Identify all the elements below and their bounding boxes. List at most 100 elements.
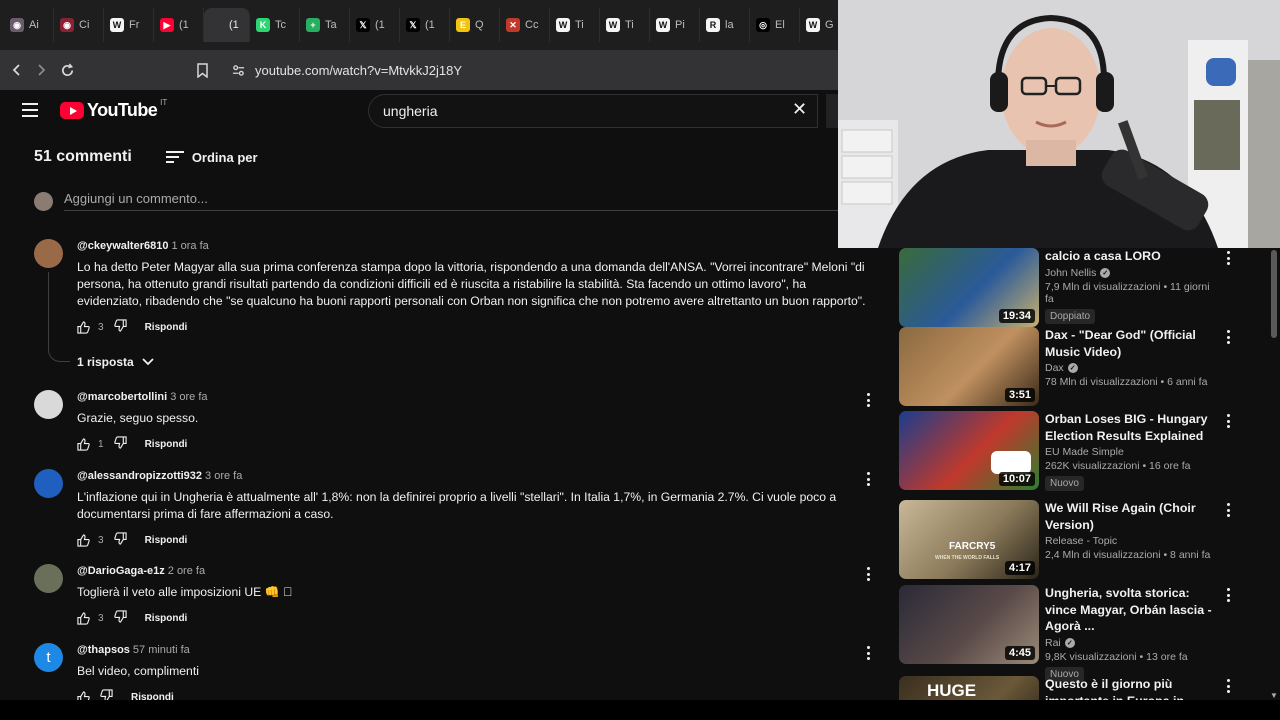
- channel-name[interactable]: John Nellis: [1045, 267, 1096, 279]
- search-input[interactable]: ungheria: [368, 94, 818, 128]
- like-icon[interactable]: [77, 611, 90, 625]
- scroll-down-icon[interactable]: ▼: [1270, 691, 1278, 700]
- video-menu-icon[interactable]: [1225, 678, 1231, 694]
- browser-tab[interactable]: 𝕏 (1: [350, 8, 400, 42]
- reply-thread-line: [48, 272, 70, 362]
- like-count: 1: [98, 438, 104, 450]
- back-button[interactable]: [5, 58, 29, 82]
- like-icon[interactable]: [77, 320, 90, 334]
- site-settings-icon[interactable]: [232, 64, 245, 77]
- avatar[interactable]: [34, 239, 63, 268]
- reply-button[interactable]: Rispondi: [145, 535, 188, 546]
- comment-time[interactable]: 57 minuti fa: [133, 644, 190, 656]
- video-thumbnail[interactable]: 19:34: [899, 248, 1039, 327]
- address-bar[interactable]: youtube.com/watch?v=MtvkkJ2j18Y: [228, 56, 888, 84]
- browser-tab[interactable]: ✕ Cc: [500, 8, 550, 42]
- comment-author[interactable]: @ckeywalter6810: [77, 240, 168, 252]
- video-title[interactable]: calcio a casa LORO: [1045, 248, 1215, 265]
- sort-button[interactable]: Ordina per: [165, 150, 258, 165]
- browser-tab[interactable]: (1✕: [204, 8, 250, 42]
- tab-title: (1: [179, 19, 189, 31]
- show-replies-button[interactable]: 1 risposta: [77, 355, 154, 369]
- browser-tab[interactable]: 𝕏 (1: [400, 8, 450, 42]
- browser-tab[interactable]: W Ti: [550, 8, 600, 42]
- dislike-icon[interactable]: [113, 319, 127, 332]
- comment-menu-icon[interactable]: [862, 471, 874, 487]
- video-menu-icon[interactable]: [1225, 250, 1231, 266]
- like-button[interactable]: 3: [77, 611, 104, 625]
- browser-tab[interactable]: W Fr: [104, 8, 154, 42]
- reply-button[interactable]: Rispondi: [145, 439, 188, 450]
- tab-title: El: [775, 19, 785, 31]
- video-thumbnail[interactable]: FARCRY5 WHEN THE WORLD FALLS 4:17: [899, 500, 1039, 579]
- forward-button[interactable]: [29, 58, 53, 82]
- dislike-icon[interactable]: [113, 532, 127, 545]
- video-thumbnail[interactable]: 4:45: [899, 585, 1039, 664]
- add-comment-input[interactable]: Aggiungi un commento...: [64, 191, 838, 211]
- video-menu-icon[interactable]: [1225, 587, 1231, 603]
- browser-tab[interactable]: ◉ Ci: [54, 8, 104, 42]
- like-icon[interactable]: [77, 533, 90, 547]
- avatar[interactable]: t: [34, 643, 63, 672]
- video-title[interactable]: Orban Loses BIG - Hungary Election Resul…: [1045, 411, 1215, 444]
- like-icon[interactable]: [77, 437, 90, 451]
- comment-menu-icon[interactable]: [862, 566, 874, 582]
- channel-name[interactable]: Release - Topic: [1045, 535, 1117, 547]
- browser-tab[interactable]: EQ: [450, 8, 500, 42]
- tab-title: Ta: [325, 19, 337, 31]
- clear-search-icon[interactable]: ✕: [792, 100, 807, 118]
- video-thumbnail[interactable]: WE CHOOSE EUROPE! 10:07: [899, 411, 1039, 490]
- like-button[interactable]: 3: [77, 320, 104, 334]
- avatar[interactable]: [34, 469, 63, 498]
- comment-text: Bel video, complimenti: [77, 664, 199, 678]
- avatar[interactable]: [34, 390, 63, 419]
- video-title[interactable]: Ungheria, svolta storica: vince Magyar, …: [1045, 585, 1215, 635]
- channel-name[interactable]: Dax: [1045, 362, 1064, 374]
- reply-button[interactable]: Rispondi: [145, 613, 188, 624]
- video-thumbnail[interactable]: 3:51: [899, 327, 1039, 406]
- browser-tab[interactable]: W Ti: [600, 8, 650, 42]
- comment-menu-icon[interactable]: [862, 392, 874, 408]
- comment-time[interactable]: 3 ore fa: [205, 470, 242, 482]
- add-comment-row: Aggiungi un commento...: [34, 191, 838, 211]
- video-menu-icon[interactable]: [1225, 502, 1231, 518]
- comment-time[interactable]: 1 ora fa: [171, 240, 208, 252]
- scrollbar-thumb[interactable]: [1271, 250, 1277, 338]
- dislike-icon[interactable]: [113, 436, 127, 449]
- dislike-icon[interactable]: [113, 610, 127, 623]
- avatar[interactable]: [34, 564, 63, 593]
- channel-name[interactable]: EU Made Simple: [1045, 446, 1124, 458]
- comment-author[interactable]: @DarioGaga-e1z: [77, 565, 165, 577]
- browser-tab[interactable]: ▶ (1: [154, 8, 204, 42]
- dislike-button[interactable]: [113, 610, 127, 626]
- video-title[interactable]: Dax - "Dear God" (Official Music Video): [1045, 327, 1215, 360]
- like-button[interactable]: 1: [77, 437, 104, 451]
- comment-menu-icon[interactable]: [862, 645, 874, 661]
- comment-author[interactable]: @marcobertollini: [77, 391, 167, 403]
- browser-tab[interactable]: W Pi: [650, 8, 700, 42]
- browser-tab[interactable]: + Ta: [300, 8, 350, 42]
- video-menu-icon[interactable]: [1225, 413, 1231, 429]
- channel-name[interactable]: Rai: [1045, 637, 1061, 649]
- scrollbar[interactable]: ▼: [1268, 250, 1280, 700]
- browser-tab[interactable]: K Tc: [250, 8, 300, 42]
- comment-author[interactable]: @thapsos: [77, 644, 130, 656]
- browser-tab[interactable]: ◉ Ai: [4, 8, 54, 42]
- youtube-logo[interactable]: YouTube IT: [60, 98, 167, 121]
- video-menu-icon[interactable]: [1225, 329, 1231, 345]
- comment-author[interactable]: @alessandropizzotti932: [77, 470, 202, 482]
- search-button[interactable]: [826, 94, 838, 128]
- comment-time[interactable]: 3 ore fa: [170, 391, 207, 403]
- comment-time[interactable]: 2 ore fa: [168, 565, 205, 577]
- menu-icon[interactable]: [22, 103, 38, 117]
- video-title[interactable]: We Will Rise Again (Choir Version): [1045, 500, 1215, 533]
- like-button[interactable]: 3: [77, 533, 104, 547]
- dislike-button[interactable]: [113, 319, 127, 335]
- reply-button[interactable]: Rispondi: [145, 322, 188, 333]
- bookmark-button[interactable]: [190, 58, 214, 82]
- browser-tab[interactable]: Rla: [700, 8, 750, 42]
- browser-tab[interactable]: ◎ El: [750, 8, 800, 42]
- reload-button[interactable]: [55, 58, 79, 82]
- dislike-button[interactable]: [113, 532, 127, 548]
- dislike-button[interactable]: [113, 436, 127, 452]
